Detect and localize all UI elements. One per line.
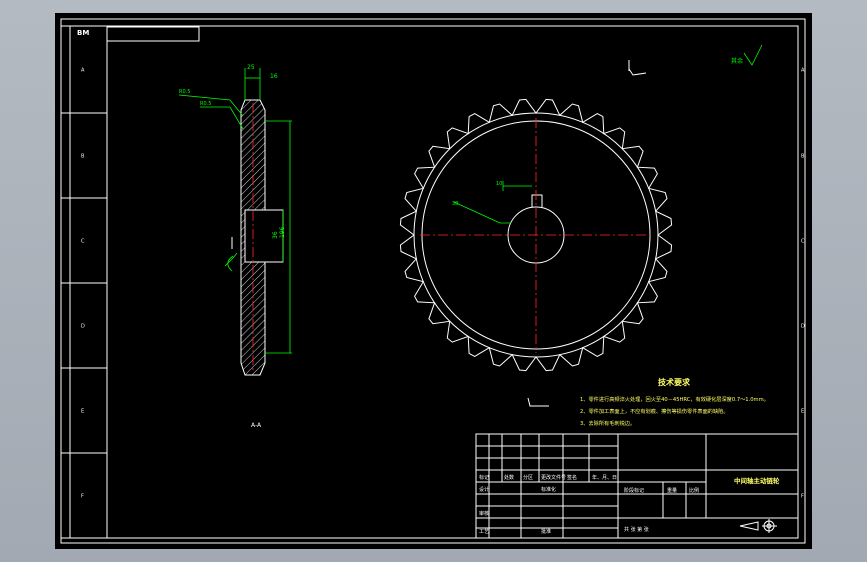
row-label-doc: 更改文件号 <box>541 474 566 481</box>
tech-requirements: 技术要求 1、零件进行高频淬火处理，回火至40－45HRC，有效硬化层深度0.7… <box>580 377 769 427</box>
row-label-zone: 分区 <box>523 474 533 481</box>
zone-letter: C <box>801 239 805 245</box>
keyway <box>531 194 543 207</box>
leader-r2-text: R0.5 <box>200 101 211 107</box>
stage-label: 阶段标记 <box>624 487 644 494</box>
zone-letter: D <box>81 324 85 330</box>
sheet-label: 共 张 第 张 <box>624 526 649 533</box>
leader-r1-text: R0.5 <box>179 89 190 95</box>
section-arrow <box>224 252 238 267</box>
zone-ticks <box>61 25 107 539</box>
part-name: 中间轴主动链轮 <box>734 476 780 485</box>
row-label-sign: 签名 <box>567 474 577 481</box>
row-label-date: 年、月、日 <box>592 474 617 481</box>
zone-letter: E <box>81 409 84 415</box>
review-label: 审核 <box>479 510 489 517</box>
tech-item-3: 3、去除所有毛刺锐边。 <box>580 419 635 427</box>
zone-letter: D <box>801 324 805 330</box>
surface-symbol-text: 其余 <box>731 57 743 65</box>
outer-frame <box>60 18 806 544</box>
top-dim-text-2: 16 <box>270 73 278 80</box>
projection-symbol-icon <box>739 519 777 533</box>
side-view: 25 16 196 36 R0.5 R0.5 A-A <box>178 64 292 429</box>
weight-label: 重量 <box>667 487 677 494</box>
zone-letter: A <box>801 68 805 74</box>
design-label: 设计 <box>479 486 489 493</box>
roughness-mark-2 <box>527 397 549 407</box>
roughness-mark <box>628 68 647 76</box>
zone-letter: A <box>81 68 85 74</box>
overall-dim-text: 196 <box>279 226 286 238</box>
tech-item-2: 2、零件加工表面上，不应有划痕、擦伤等损伤零件表面的缺陷。 <box>580 407 729 415</box>
bore-leader-text: 38 <box>452 201 458 207</box>
bore-leader <box>453 201 511 224</box>
cad-viewport[interactable]: A A B B C C D D E E F F BM 25 16 196 36 R0.5 R0.5 A… <box>55 13 812 549</box>
scale-label: 比例 <box>689 487 699 494</box>
hub-dim-text: 36 <box>272 231 279 239</box>
drawing-sheet: A A B B C C D D E E F F BM 25 16 196 36 R0.5 R0.5 A… <box>60 18 806 544</box>
leader-r2 <box>200 106 244 130</box>
front-view: 38 10 其余 <box>399 44 763 407</box>
zone-letter: C <box>81 239 85 245</box>
zone-letter: B <box>81 154 85 160</box>
zone-letter: F <box>81 494 84 500</box>
process-label: 工艺 <box>479 529 489 535</box>
zone-letter: B <box>801 154 805 160</box>
drawing-number-box <box>106 26 200 42</box>
row-label-count: 处数 <box>504 474 514 481</box>
row-label-mark: 标记 <box>479 474 489 481</box>
view-label: A-A <box>251 422 262 429</box>
tech-item-1: 1、零件进行高频淬火处理，回火至40－45HRC，有效硬化层深度0.7～1.0m… <box>580 395 769 403</box>
zone-labels: A A B B C C D D E E F F <box>81 68 805 500</box>
standard-label: 标准化 <box>541 486 556 493</box>
zone-letter: F <box>801 494 804 500</box>
corner-tag: BM <box>77 29 89 37</box>
title-block-frame <box>475 433 799 539</box>
top-dim-text: 25 <box>247 64 255 71</box>
approve-label: 批准 <box>541 528 551 535</box>
surface-check-mark <box>743 44 763 66</box>
tech-title: 技术要求 <box>658 377 691 387</box>
title-block: 标记 处数 分区 更改文件号 签名 年、月、日 设计 标准化 审核 工艺 批准 … <box>475 433 799 539</box>
zone-letter: E <box>801 409 804 415</box>
keyway-dim-text: 10 <box>496 181 502 187</box>
